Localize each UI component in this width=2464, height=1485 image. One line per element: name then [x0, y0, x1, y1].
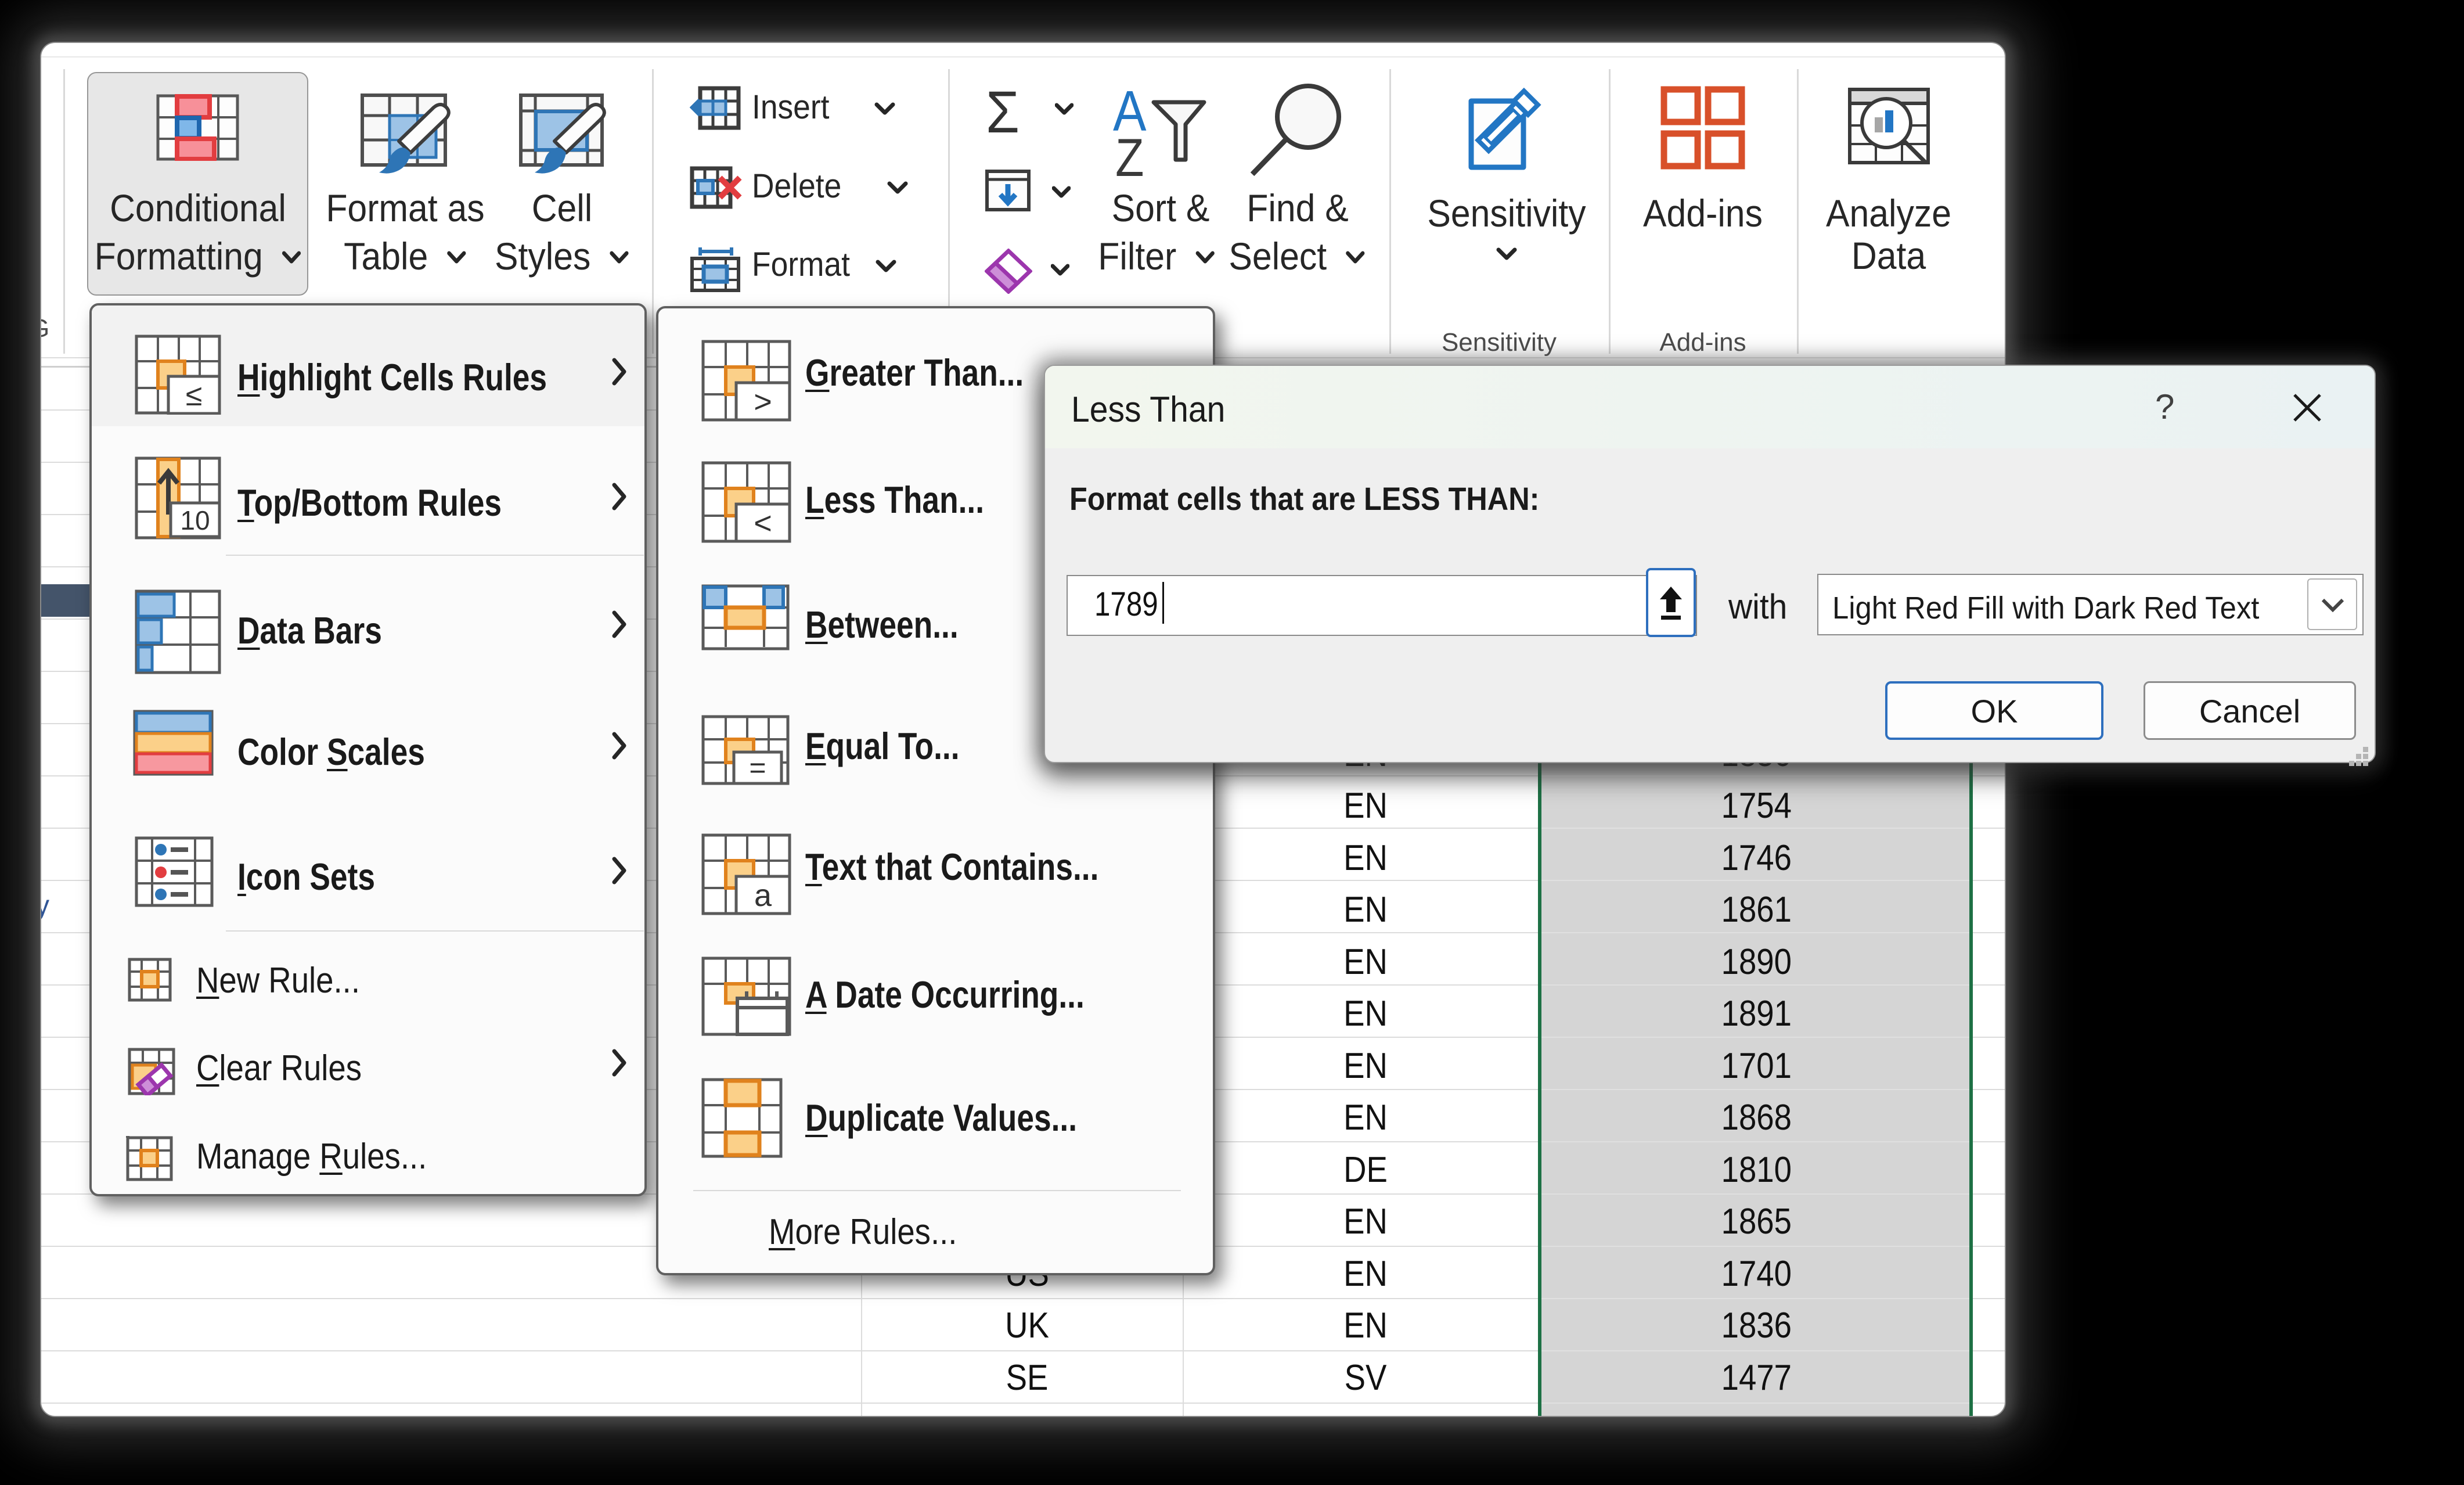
svg-text:=: =	[749, 752, 766, 784]
svg-text:10: 10	[180, 505, 210, 535]
svg-text:≤: ≤	[186, 379, 203, 412]
svg-text:<: <	[754, 506, 772, 541]
svg-text:a: a	[754, 878, 772, 913]
svg-text:>: >	[754, 384, 772, 419]
